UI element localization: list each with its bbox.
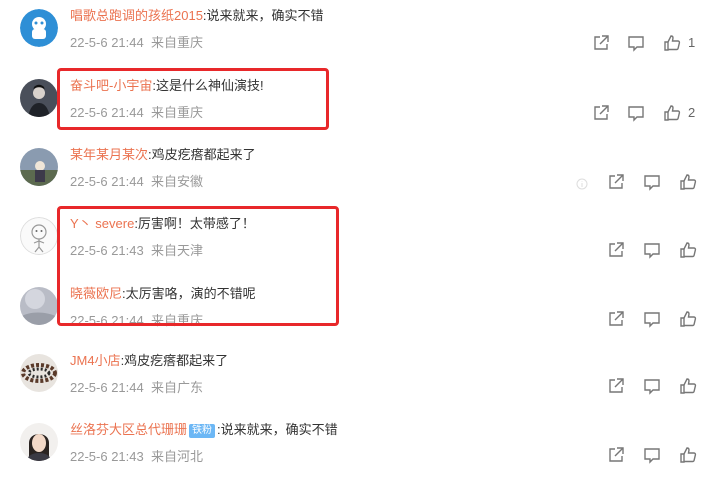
avatar[interactable]	[20, 9, 58, 47]
info-icon	[576, 177, 588, 190]
location: 来自安徽	[150, 174, 203, 189]
fan-badge[interactable]: 铁粉	[189, 424, 216, 438]
timestamp: 22-5-6 21:44	[70, 380, 144, 395]
comment-item: 奋斗吧-小宇宙:这是什么神仙演技! 22-5-6 21:44 来自重庆 2	[0, 78, 715, 138]
like-icon[interactable]	[678, 376, 698, 396]
comment-item: 某年某月某次:鸡皮疙瘩都起来了 22-5-6 21:44 来自安徽	[0, 147, 715, 207]
comment-icon[interactable]	[626, 103, 646, 123]
avatar[interactable]	[20, 423, 58, 461]
location: 来自河北	[150, 449, 203, 464]
avatar[interactable]	[20, 79, 58, 117]
comment-meta: 22-5-6 21:43 来自河北	[70, 449, 203, 465]
comment-meta: 22-5-6 21:44 来自重庆	[70, 105, 203, 121]
comment-meta: 22-5-6 21:44 来自重庆	[70, 313, 203, 329]
comment-text: :厉害啊！太带感了！	[134, 216, 255, 231]
like-icon[interactable]	[662, 33, 682, 53]
comment-item: 唱歌总跑调的孩纸2015:说来就来，确实不错 22-5-6 21:44 来自重庆…	[0, 8, 715, 68]
comment-meta: 22-5-6 21:44 来自广东	[70, 380, 203, 396]
comment-icon[interactable]	[626, 33, 646, 53]
username-link[interactable]: 唱歌总跑调的孩纸2015	[70, 8, 203, 23]
avatar[interactable]	[20, 354, 58, 392]
comment-text: :鸡皮疙瘩都起来了	[120, 353, 229, 368]
timestamp: 22-5-6 21:44	[70, 174, 144, 189]
comment-text: :鸡皮疙瘩都起来了	[148, 147, 256, 162]
comment-meta: 22-5-6 21:44 来自安徽	[70, 174, 203, 190]
share-icon[interactable]	[606, 445, 626, 465]
comment-item: 丝洛芬大区总代珊珊 铁粉:说来就来，确实不错 22-5-6 21:43 来自河北	[0, 422, 715, 482]
share-icon[interactable]	[606, 240, 626, 260]
username-link[interactable]: JM4小店	[70, 353, 121, 368]
comment-item: 晓薇欧尼:太厉害咯，演的不错呢 22-5-6 21:44 来自重庆	[0, 286, 715, 346]
comment-text: :太厉害咯，演的不错呢	[122, 286, 256, 301]
comment-meta: 22-5-6 21:44 来自重庆	[70, 35, 203, 51]
avatar[interactable]	[20, 148, 58, 186]
comment-text-line: 晓薇欧尼:太厉害咯，演的不错呢	[70, 286, 256, 302]
comment-text-line: 唱歌总跑调的孩纸2015:说来就来，确实不错	[70, 8, 324, 24]
like-count: 1	[688, 35, 696, 50]
comment-text: :这是什么神仙演技!	[152, 78, 264, 93]
like-icon[interactable]	[678, 172, 698, 192]
comment-icon[interactable]	[642, 445, 662, 465]
comment-text-line: 丝洛芬大区总代珊珊 铁粉:说来就来，确实不错	[70, 422, 338, 438]
timestamp: 22-5-6 21:43	[70, 243, 144, 258]
location: 来自重庆	[150, 105, 203, 120]
comment-text-line: JM4小店:鸡皮疙瘩都起来了	[70, 353, 228, 369]
like-icon[interactable]	[662, 103, 682, 123]
like-icon[interactable]	[678, 240, 698, 260]
comment-icon[interactable]	[642, 376, 662, 396]
comment-icon[interactable]	[642, 309, 662, 329]
like-count: 2	[688, 105, 696, 120]
comment-text: :说来就来，确实不错	[202, 8, 324, 23]
comment-text-line: Y丶 severe:厉害啊！太带感了！	[70, 216, 255, 232]
comment-text: :说来就来，确实不错	[217, 422, 338, 437]
location: 来自广东	[150, 380, 203, 395]
location: 来自重庆	[150, 313, 203, 328]
like-icon[interactable]	[678, 309, 698, 329]
comment-text-line: 某年某月某次:鸡皮疙瘩都起来了	[70, 147, 256, 163]
timestamp: 22-5-6 21:44	[70, 35, 144, 50]
comment-icon[interactable]	[642, 240, 662, 260]
avatar[interactable]	[20, 287, 58, 325]
avatar[interactable]	[20, 217, 58, 255]
comment-item: JM4小店:鸡皮疙瘩都起来了 22-5-6 21:44 来自广东	[0, 353, 715, 413]
username-link[interactable]: 晓薇欧尼	[70, 286, 122, 301]
timestamp: 22-5-6 21:43	[70, 449, 144, 464]
like-icon[interactable]	[678, 445, 698, 465]
share-icon[interactable]	[591, 103, 611, 123]
comment-item: Y丶 severe:厉害啊！太带感了！ 22-5-6 21:43 来自天津	[0, 216, 715, 276]
username-link[interactable]: 某年某月某次	[70, 147, 148, 162]
timestamp: 22-5-6 21:44	[70, 313, 144, 328]
username-link[interactable]: Y丶 severe	[70, 216, 134, 231]
location: 来自天津	[150, 243, 203, 258]
username-link[interactable]: 奋斗吧-小宇宙	[70, 78, 152, 93]
comment-meta: 22-5-6 21:43 来自天津	[70, 243, 203, 259]
username-link[interactable]: 丝洛芬大区总代珊珊	[70, 422, 187, 437]
share-icon[interactable]	[606, 376, 626, 396]
timestamp: 22-5-6 21:44	[70, 105, 144, 120]
share-icon[interactable]	[606, 309, 626, 329]
share-icon[interactable]	[606, 172, 626, 192]
share-icon[interactable]	[591, 33, 611, 53]
location: 来自重庆	[150, 35, 203, 50]
comment-text-line: 奋斗吧-小宇宙:这是什么神仙演技!	[70, 78, 264, 94]
comment-icon[interactable]	[642, 172, 662, 192]
